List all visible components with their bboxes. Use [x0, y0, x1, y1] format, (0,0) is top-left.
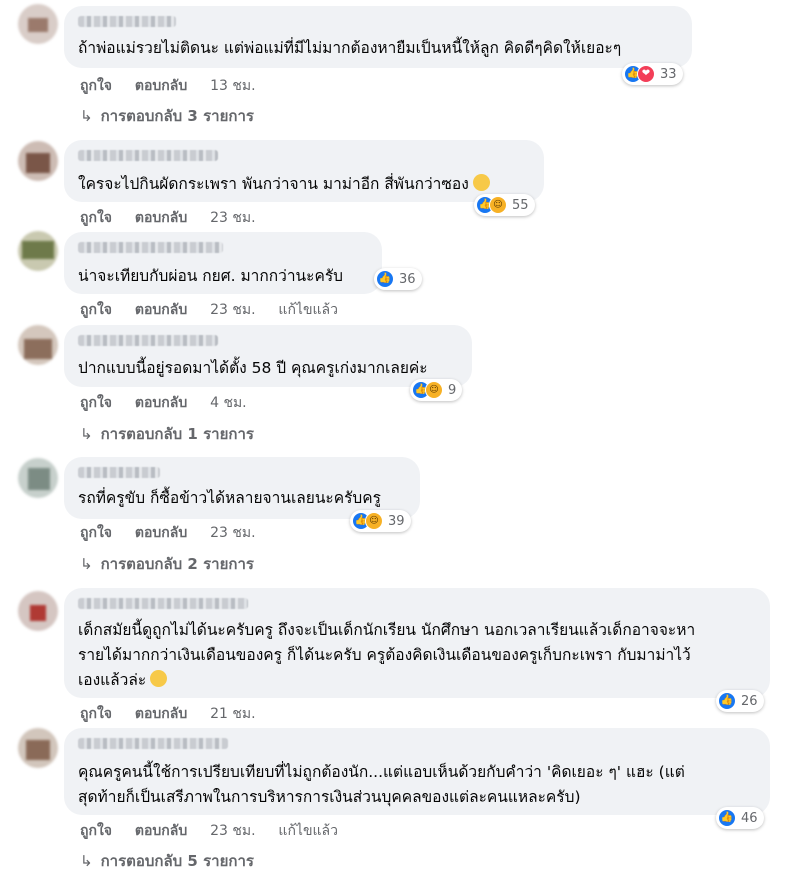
reply-button[interactable]: ตอบกลับ [135, 525, 187, 541]
reaction-summary[interactable]: 👍 ❤ 33 [622, 63, 683, 85]
comment-bubble: ถ้าพ่อแม่รวยไม่ติดนะ แต่พ่อแม่ที่มีไม่มา… [64, 6, 692, 68]
like-button[interactable]: ถูกใจ [80, 302, 112, 318]
haha-icon: ☺ [425, 381, 443, 399]
like-button[interactable]: ถูกใจ [80, 210, 112, 226]
reply-arrow-icon: ↳ [80, 852, 93, 870]
like-icon: 👍 [376, 270, 394, 288]
author-name-redacted[interactable] [78, 16, 176, 27]
reaction-summary[interactable]: 👍 26 [716, 690, 764, 712]
comment-bubble: ใครจะไปกินผัดกระเพรา พันกว่าจาน มาม่าอีก… [64, 140, 544, 202]
comment-text: ใครจะไปกินผัดกระเพรา พันกว่าจาน มาม่าอีก… [78, 172, 490, 197]
love-icon: ❤ [637, 65, 655, 83]
comment-actions: ถูกใจ ตอบกลับ 23 ชม. แก้ไขแล้ว [80, 820, 356, 842]
like-button[interactable]: ถูกใจ [80, 706, 112, 722]
reaction-count: 33 [660, 66, 677, 82]
reaction-summary[interactable]: 👍 36 [374, 268, 422, 290]
haha-icon: ☺ [365, 512, 383, 530]
avatar[interactable] [18, 231, 58, 271]
comment-bubble: คุณครูคนนี้ใช้การเปรียบเทียบที่ไม่ถูกต้อ… [64, 728, 770, 815]
reaction-summary[interactable]: 👍 ☺ 39 [350, 510, 411, 532]
reply-button[interactable]: ตอบกลับ [135, 78, 187, 94]
author-name-redacted[interactable] [78, 738, 228, 749]
comment-text: ปากแบบนี้อยู่รอดมาได้ตั้ง 58 ปี คุณครูเก… [78, 359, 428, 377]
avatar[interactable] [18, 325, 58, 365]
comment-actions: ถูกใจ ตอบกลับ 23 ชม. แก้ไขแล้ว [80, 299, 356, 321]
reaction-count: 26 [741, 693, 758, 709]
timestamp[interactable]: 21 ชม. [210, 706, 255, 722]
view-replies-link[interactable]: ↳ การตอบกลับ 3 รายการ [80, 104, 254, 128]
avatar[interactable] [18, 458, 58, 498]
comment-text: ถ้าพ่อแม่รวยไม่ติดนะ แต่พ่อแม่ที่มีไม่มา… [78, 39, 622, 57]
comment-actions: ถูกใจ ตอบกลับ 21 ชม. [80, 703, 274, 725]
reply-arrow-icon: ↳ [80, 425, 93, 443]
timestamp[interactable]: 13 ชม. [210, 78, 255, 94]
author-name-redacted[interactable] [78, 242, 223, 253]
comment-actions: ถูกใจ ตอบกลับ 13 ชม. [80, 75, 274, 97]
reply-button[interactable]: ตอบกลับ [135, 706, 187, 722]
like-icon: 👍 [718, 692, 736, 710]
reply-button[interactable]: ตอบกลับ [135, 302, 187, 318]
reaction-count: 46 [741, 810, 758, 826]
comment-bubble: น่าจะเทียบกับผ่อน กยศ. มากกว่านะครับ [64, 232, 382, 294]
author-name-redacted[interactable] [78, 335, 218, 346]
reaction-summary[interactable]: 👍 ☺ 55 [474, 194, 535, 216]
avatar[interactable] [18, 591, 58, 631]
author-name-redacted[interactable] [78, 598, 248, 609]
like-button[interactable]: ถูกใจ [80, 525, 112, 541]
reaction-summary[interactable]: 👍 46 [716, 807, 764, 829]
reaction-count: 55 [512, 197, 529, 213]
comment-text: เด็กสมัยนี้ดูถูกไม่ได้นะครับครู ถึงจะเป็… [78, 621, 696, 689]
view-replies-link[interactable]: ↳ การตอบกลับ 5 รายการ [80, 849, 254, 873]
avatar[interactable] [18, 141, 58, 181]
timestamp[interactable]: 23 ชม. [210, 210, 255, 226]
comment-actions: ถูกใจ ตอบกลับ 23 ชม. [80, 207, 274, 229]
reply-arrow-icon: ↳ [80, 107, 93, 125]
like-icon: 👍 [718, 809, 736, 827]
reaction-summary[interactable]: 👍 ☺ 9 [410, 379, 463, 401]
reply-arrow-icon: ↳ [80, 555, 93, 573]
like-button[interactable]: ถูกใจ [80, 395, 112, 411]
avatar[interactable] [18, 4, 58, 44]
author-name-redacted[interactable] [78, 150, 218, 161]
reaction-count: 36 [399, 271, 416, 287]
haha-icon: ☺ [489, 196, 507, 214]
comment-bubble: เด็กสมัยนี้ดูถูกไม่ได้นะครับครู ถึงจะเป็… [64, 588, 770, 698]
avatar[interactable] [18, 728, 58, 768]
reply-button[interactable]: ตอบกลับ [135, 210, 187, 226]
emoji-icon [472, 174, 490, 191]
timestamp[interactable]: 23 ชม. [210, 302, 255, 318]
view-replies-link[interactable]: ↳ การตอบกลับ 1 รายการ [80, 422, 254, 446]
comment-text: รถที่ครูขับ ก็ซื้อข้าวได้หลายจานเลยนะครั… [78, 489, 381, 507]
comment-text: น่าจะเทียบกับผ่อน กยศ. มากกว่านะครับ [78, 267, 343, 285]
view-replies-link[interactable]: ↳ การตอบกลับ 2 รายการ [80, 552, 254, 576]
like-button[interactable]: ถูกใจ [80, 823, 112, 839]
reply-button[interactable]: ตอบกลับ [135, 395, 187, 411]
comment-actions: ถูกใจ ตอบกลับ 23 ชม. [80, 522, 274, 544]
comment-text: คุณครูคนนี้ใช้การเปรียบเทียบที่ไม่ถูกต้อ… [78, 763, 685, 806]
timestamp[interactable]: 4 ชม. [210, 395, 247, 411]
like-button[interactable]: ถูกใจ [80, 78, 112, 94]
timestamp[interactable]: 23 ชม. [210, 525, 255, 541]
reaction-count: 9 [448, 382, 457, 398]
edited-label[interactable]: แก้ไขแล้ว [278, 302, 338, 318]
reaction-count: 39 [388, 513, 405, 529]
emoji-icon [150, 670, 168, 687]
edited-label[interactable]: แก้ไขแล้ว [278, 823, 338, 839]
reply-button[interactable]: ตอบกลับ [135, 823, 187, 839]
comment-bubble: ปากแบบนี้อยู่รอดมาได้ตั้ง 58 ปี คุณครูเก… [64, 325, 472, 387]
timestamp[interactable]: 23 ชม. [210, 823, 255, 839]
comment-actions: ถูกใจ ตอบกลับ 4 ชม. [80, 392, 265, 414]
author-name-redacted[interactable] [78, 467, 160, 478]
